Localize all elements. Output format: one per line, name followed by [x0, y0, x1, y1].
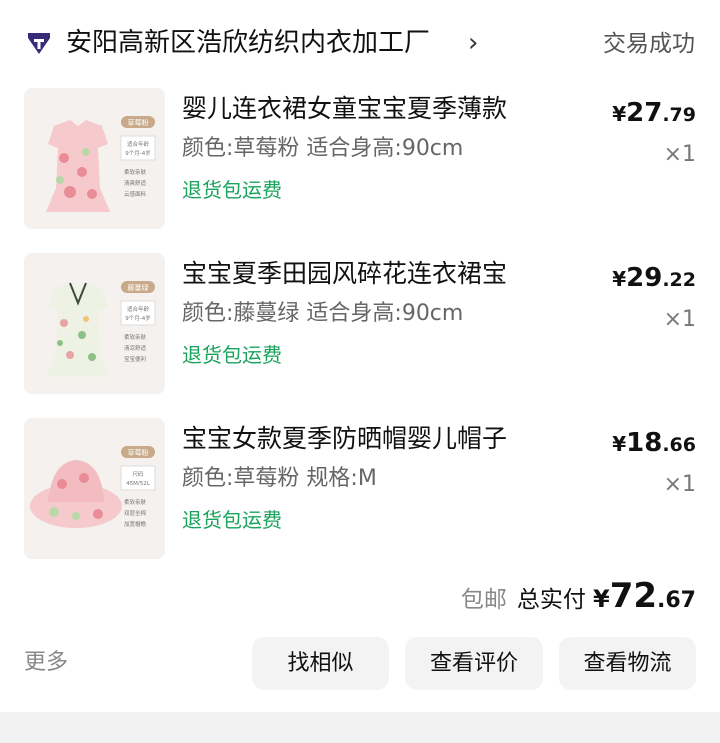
- thumb-bullet: 宝宝便利: [124, 355, 146, 363]
- thumb-line: 适合年龄: [127, 305, 150, 313]
- shop-name-link[interactable]: 安阳高新区浩欣纺织内衣加工厂: [66, 26, 430, 60]
- thumb-line: 9个月-4岁: [125, 149, 150, 157]
- item-quantity: ×1: [663, 307, 696, 332]
- thumb-line: 45M/52L: [126, 481, 151, 487]
- return-shipping-tag: 退货包运费: [182, 343, 282, 367]
- view-review-button[interactable]: 查看评价: [405, 637, 543, 690]
- free-shipping-label: 包邮: [460, 587, 507, 613]
- total-paid-label: 总实付: [516, 587, 586, 613]
- price-integer: 18: [626, 428, 663, 458]
- price-integer: 27: [626, 98, 663, 128]
- order-item[interactable]: 草莓粉 适合年龄 9个月-4岁 柔软亲肤 清爽舒适 云感面料 婴儿连衣裙女童宝宝…: [0, 88, 720, 233]
- more-link[interactable]: 更多: [24, 648, 68, 678]
- price-decimal: .66: [662, 434, 696, 456]
- item-title[interactable]: 宝宝女款夏季防晒帽婴儿帽子: [182, 422, 552, 456]
- product-thumbnail[interactable]: 草莓粉 尺码 45M/52L 柔软亲肤 双层全棉 加宽帽檐: [24, 418, 165, 559]
- thumb-bullet: 云感面料: [124, 190, 147, 198]
- order-item[interactable]: 藤蔓绿 适合年龄 9个月-4岁 柔软亲肤 清凉舒适 宝宝便利 宝宝夏季田园风碎花…: [0, 253, 720, 398]
- thumb-bullet: 清凉舒适: [124, 344, 147, 352]
- chevron-right-icon[interactable]: ›: [468, 26, 478, 60]
- thumb-bullet: 清爽舒适: [124, 179, 147, 187]
- thumb-line: 9个月-4岁: [125, 314, 150, 322]
- price-decimal: .22: [662, 269, 696, 291]
- order-item[interactable]: 草莓粉 尺码 45M/52L 柔软亲肤 双层全棉 加宽帽檐 宝宝女款夏季防晒帽婴…: [0, 418, 720, 563]
- item-title[interactable]: 婴儿连衣裙女童宝宝夏季薄款: [182, 92, 552, 126]
- price-integer: 29: [626, 263, 663, 293]
- return-shipping-tag: 退货包运费: [182, 178, 282, 202]
- thumb-bullet: 柔软亲肤: [124, 168, 147, 176]
- item-title[interactable]: 宝宝夏季田园风碎花连衣裙宝: [182, 257, 552, 291]
- product-thumbnail[interactable]: 草莓粉 适合年龄 9个月-4岁 柔软亲肤 清爽舒适 云感面料: [24, 88, 165, 229]
- thumb-bullet: 柔软亲肤: [124, 333, 147, 341]
- thumb-badge: 草莓粉: [128, 118, 149, 127]
- view-logistics-button[interactable]: 查看物流: [559, 637, 696, 690]
- order-card: 安阳高新区浩欣纺织内衣加工厂 › 交易成功 草莓粉 适合年龄 9个月-4岁 柔软…: [0, 0, 720, 712]
- thumb-bullet: 柔软亲肤: [124, 498, 147, 506]
- item-price: ¥27.79: [612, 98, 696, 128]
- item-price: ¥29.22: [612, 263, 696, 293]
- total-integer: 72: [609, 576, 658, 616]
- thumb-badge: 藤蔓绿: [128, 283, 149, 292]
- item-price: ¥18.66: [612, 428, 696, 458]
- price-currency: ¥: [612, 432, 627, 456]
- total-decimal: .67: [657, 588, 696, 613]
- order-total: 包邮 总实付 ¥72.67: [461, 576, 696, 616]
- total-currency: ¥: [592, 585, 610, 613]
- item-spec: 颜色:草莓粉 规格:M: [182, 466, 377, 491]
- item-spec: 颜色:藤蔓绿 适合身高:90cm: [182, 301, 464, 326]
- thumb-line: 尺码: [132, 470, 144, 478]
- price-currency: ¥: [612, 267, 627, 291]
- thumb-badge: 草莓粉: [128, 448, 149, 457]
- thumb-bullet: 双层全棉: [124, 509, 147, 517]
- find-similar-button[interactable]: 找相似: [252, 637, 389, 690]
- order-status: 交易成功: [603, 31, 695, 57]
- shop-logo-icon: [28, 33, 50, 54]
- order-header: 安阳高新区浩欣纺织内衣加工厂 › 交易成功: [0, 0, 720, 88]
- item-quantity: ×1: [663, 142, 696, 167]
- thumb-bullet: 加宽帽檐: [124, 520, 147, 528]
- page-background-strip: [0, 712, 720, 743]
- product-thumbnail[interactable]: 藤蔓绿 适合年龄 9个月-4岁 柔软亲肤 清凉舒适 宝宝便利: [24, 253, 165, 394]
- price-currency: ¥: [612, 102, 627, 126]
- item-quantity: ×1: [663, 472, 696, 497]
- thumb-line: 适合年龄: [127, 140, 150, 148]
- return-shipping-tag: 退货包运费: [182, 508, 282, 532]
- item-spec: 颜色:草莓粉 适合身高:90cm: [182, 136, 464, 161]
- price-decimal: .79: [662, 104, 696, 126]
